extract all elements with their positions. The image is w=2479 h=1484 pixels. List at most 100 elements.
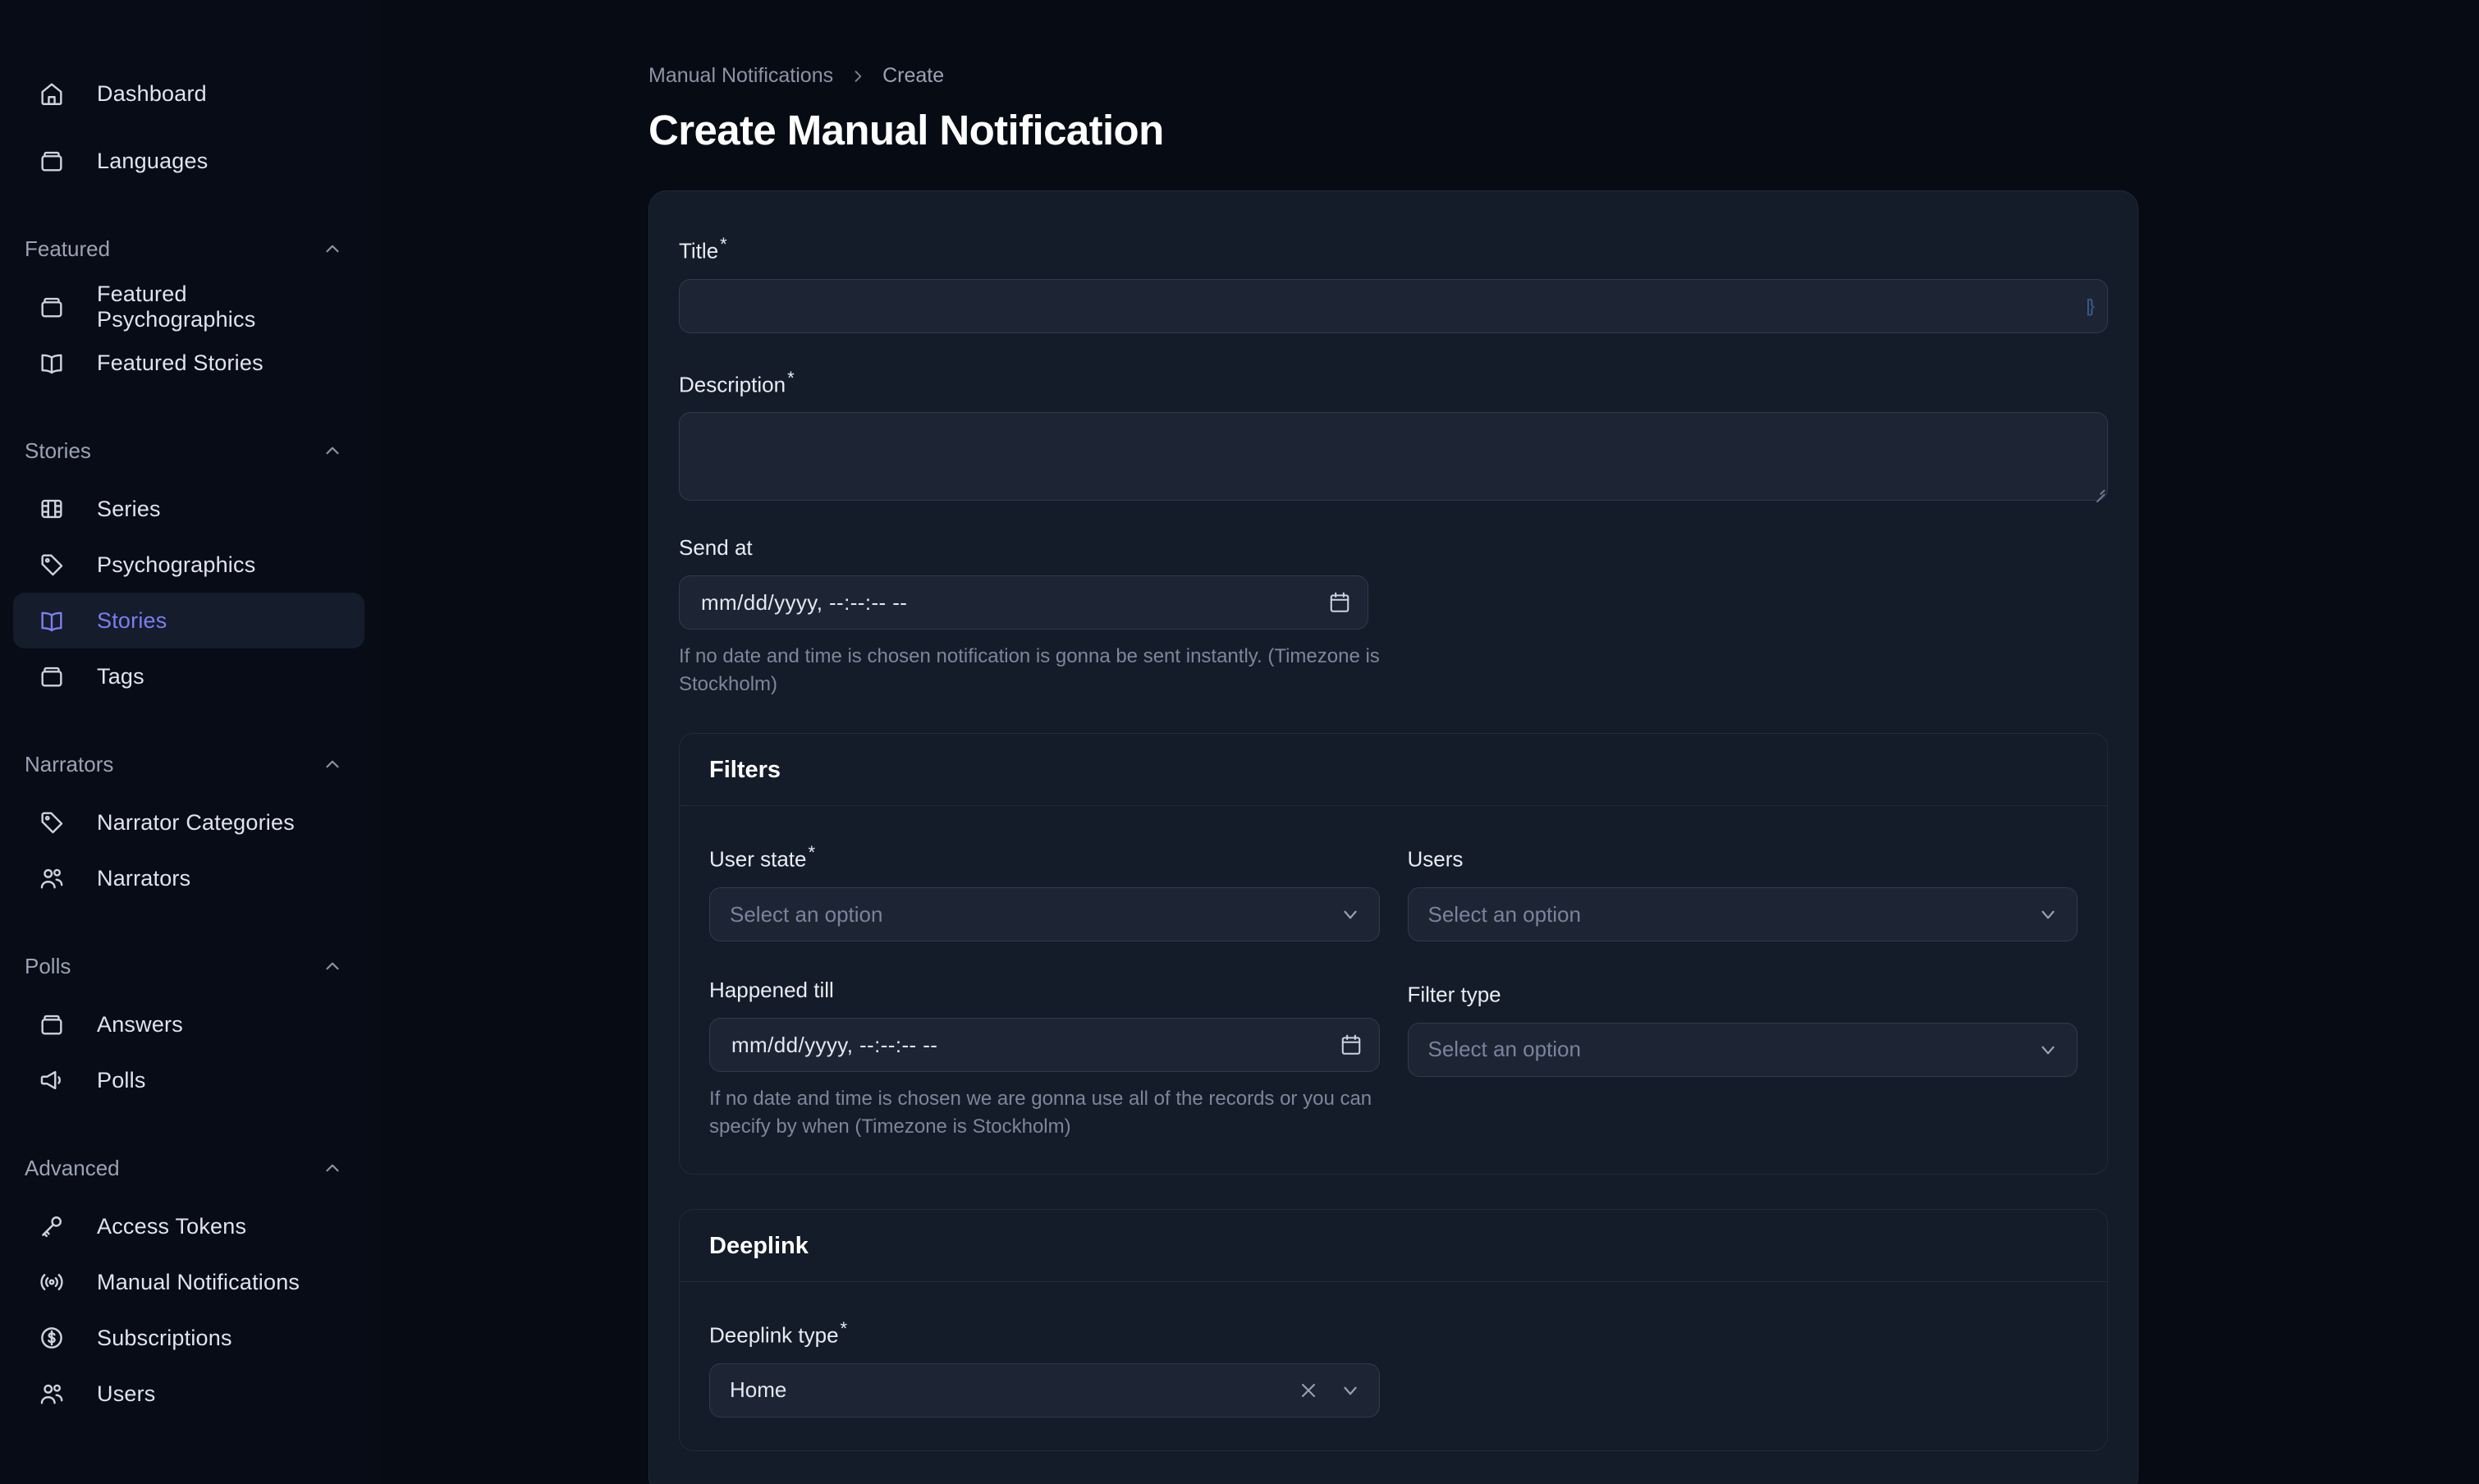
tag-icon bbox=[38, 551, 66, 579]
key-icon bbox=[38, 1212, 66, 1240]
chevron-up-icon[interactable] bbox=[322, 955, 343, 977]
users-select[interactable]: Select an option bbox=[1407, 887, 2078, 942]
chevron-down-icon bbox=[2037, 904, 2059, 925]
calendar-icon[interactable] bbox=[1340, 1033, 1362, 1056]
megaphone-icon bbox=[38, 1066, 66, 1094]
close-icon[interactable] bbox=[1299, 1381, 1318, 1400]
sidebar-item-stories[interactable]: Stories bbox=[13, 593, 364, 648]
sidebar-item-featured-stories[interactable]: Featured Stories bbox=[13, 335, 364, 391]
sidebar-item-label: Subscriptions bbox=[97, 1325, 232, 1350]
user-state-label: User state* bbox=[709, 842, 816, 873]
sidebar-group-polls-title: Polls bbox=[25, 953, 71, 978]
sidebar-item-dashboard[interactable]: Dashboard bbox=[13, 66, 364, 121]
deeplink-type-select[interactable]: Home bbox=[709, 1363, 1380, 1418]
notification-form-card: Title* |} Description* Send at mm/dd/yyy bbox=[648, 190, 2138, 1484]
filter-type-field-group: Filter type Select an option bbox=[1407, 978, 2078, 1141]
sidebar-item-label: Access Tokens bbox=[97, 1213, 247, 1239]
user-state-field-group: User state* Select an option bbox=[709, 842, 1380, 942]
sidebar-group-stories-title: Stories bbox=[25, 437, 91, 463]
send-at-input-wrap: mm/dd/yyyy, --:--:-- -- bbox=[679, 575, 1368, 630]
title-label: Title* bbox=[679, 234, 727, 263]
send-at-input[interactable]: mm/dd/yyyy, --:--:-- -- bbox=[679, 575, 1368, 630]
sidebar-group-featured-header[interactable]: Featured bbox=[0, 227, 378, 271]
send-at-field-group: Send at mm/dd/yyyy, --:--:-- -- If no da… bbox=[679, 535, 2108, 698]
tag-icon bbox=[38, 808, 66, 836]
dollar-circle-icon bbox=[38, 1324, 66, 1352]
resize-handle-icon[interactable] bbox=[2090, 483, 2106, 502]
send-at-label: Send at bbox=[679, 535, 753, 561]
sidebar-item-label: Featured Stories bbox=[97, 350, 263, 375]
book-icon bbox=[38, 607, 66, 634]
sidebar-item-label: Stories bbox=[97, 607, 167, 633]
film-icon bbox=[38, 495, 66, 523]
sidebar-item-narrator-categories[interactable]: Narrator Categories bbox=[13, 795, 364, 850]
send-at-help-text: If no date and time is chosen notificati… bbox=[679, 645, 1380, 696]
filters-row-2: Happened till mm/dd/yyyy, --:--:-- -- If… bbox=[709, 978, 2078, 1141]
sidebar-item-featured-psychographics[interactable]: Featured Psychographics bbox=[13, 279, 364, 335]
happened-till-field-group: Happened till mm/dd/yyyy, --:--:-- -- If… bbox=[709, 978, 1380, 1141]
description-textarea-wrap[interactable] bbox=[679, 412, 2108, 502]
home-icon bbox=[38, 80, 66, 108]
filter-type-select[interactable]: Select an option bbox=[1407, 1022, 2078, 1077]
title-input[interactable] bbox=[679, 278, 2108, 333]
sidebar-item-psychographics[interactable]: Psychographics bbox=[13, 537, 364, 593]
sidebar-item-label: Answers bbox=[97, 1011, 183, 1037]
happened-till-label: Happened till bbox=[709, 978, 834, 1003]
sidebar-item-label: Polls bbox=[97, 1067, 146, 1092]
users-label: Users bbox=[1407, 847, 1464, 873]
happened-till-help-text: If no date and time is chosen we are gon… bbox=[709, 1088, 1372, 1138]
sidebar-item-label: Manual Notifications bbox=[97, 1269, 300, 1294]
breadcrumb-item-create[interactable]: Create bbox=[882, 64, 944, 88]
chevron-up-icon[interactable] bbox=[322, 1157, 343, 1179]
sidebar-item-users[interactable]: Users bbox=[13, 1366, 364, 1422]
breadcrumb-item-manual-notifications[interactable]: Manual Notifications bbox=[648, 64, 833, 88]
sidebar-item-access-tokens[interactable]: Access Tokens bbox=[13, 1198, 364, 1254]
book-icon bbox=[38, 349, 66, 377]
calendar-icon[interactable] bbox=[1329, 591, 1350, 614]
sidebar-group-advanced-title: Advanced bbox=[25, 1155, 120, 1180]
sidebar-group-featured-title: Featured bbox=[25, 236, 111, 261]
sidebar-item-tags[interactable]: Tags bbox=[13, 648, 364, 704]
users-value: Select an option bbox=[1427, 901, 1581, 927]
happened-till-input[interactable]: mm/dd/yyyy, --:--:-- -- bbox=[709, 1018, 1380, 1073]
deeplink-panel: Deeplink Deeplink type* Home bbox=[679, 1209, 2108, 1451]
sidebar-item-narrators[interactable]: Narrators bbox=[13, 850, 364, 906]
sidebar-item-label: Tags bbox=[97, 663, 144, 689]
deeplink-type-label: Deeplink type* bbox=[709, 1318, 848, 1348]
chevron-up-icon[interactable] bbox=[322, 440, 343, 461]
sidebar-item-polls[interactable]: Polls bbox=[13, 1052, 364, 1108]
sidebar-item-series[interactable]: Series bbox=[13, 481, 364, 537]
sidebar-item-label: Languages bbox=[97, 148, 208, 173]
sidebar-item-label: Narrators bbox=[97, 865, 191, 891]
sidebar-item-label: Series bbox=[97, 496, 161, 521]
user-state-value: Select an option bbox=[730, 901, 883, 927]
description-field-group: Description* bbox=[679, 368, 2108, 502]
chevron-up-icon[interactable] bbox=[322, 238, 343, 259]
filters-panel-heading: Filters bbox=[680, 734, 2107, 807]
filters-panel-body: User state* Select an option Users Selec… bbox=[680, 806, 2107, 1174]
sidebar: Dashboard Languages Featured Featured Psych… bbox=[0, 0, 378, 1484]
sidebar-item-label: Dashboard bbox=[97, 80, 207, 106]
happened-till-input-wrap: mm/dd/yyyy, --:--:-- -- bbox=[709, 1018, 1380, 1073]
title-field-group: Title* |} bbox=[679, 234, 2108, 333]
sidebar-item-label: Featured Psychographics bbox=[97, 282, 256, 332]
sidebar-item-languages[interactable]: Languages bbox=[13, 133, 364, 189]
chevron-up-icon[interactable] bbox=[322, 753, 343, 775]
sidebar-group-advanced-header[interactable]: Advanced bbox=[0, 1146, 378, 1190]
sidebar-group-polls-header[interactable]: Polls bbox=[0, 944, 378, 988]
archive-icon bbox=[38, 1010, 66, 1038]
filter-type-label: Filter type bbox=[1407, 982, 1501, 1007]
filter-type-value: Select an option bbox=[1427, 1037, 1581, 1062]
sidebar-group-narrators-header[interactable]: Narrators bbox=[0, 742, 378, 786]
deeplink-row-empty bbox=[1408, 1318, 2078, 1418]
sidebar-item-subscriptions[interactable]: Subscriptions bbox=[13, 1310, 364, 1366]
users-field-group: Users Select an option bbox=[1407, 842, 2078, 942]
user-state-select[interactable]: Select an option bbox=[709, 887, 1380, 942]
happened-till-value: mm/dd/yyyy, --:--:-- -- bbox=[731, 1032, 938, 1057]
sidebar-item-answers[interactable]: Answers bbox=[13, 996, 364, 1052]
sidebar-group-stories-header[interactable]: Stories bbox=[0, 428, 378, 473]
deeplink-row: Deeplink type* Home bbox=[709, 1318, 2078, 1418]
sidebar-item-label: Narrator Categories bbox=[97, 809, 295, 835]
chevron-down-icon bbox=[1340, 1380, 1361, 1401]
sidebar-item-manual-notifications[interactable]: Manual Notifications bbox=[13, 1254, 364, 1310]
